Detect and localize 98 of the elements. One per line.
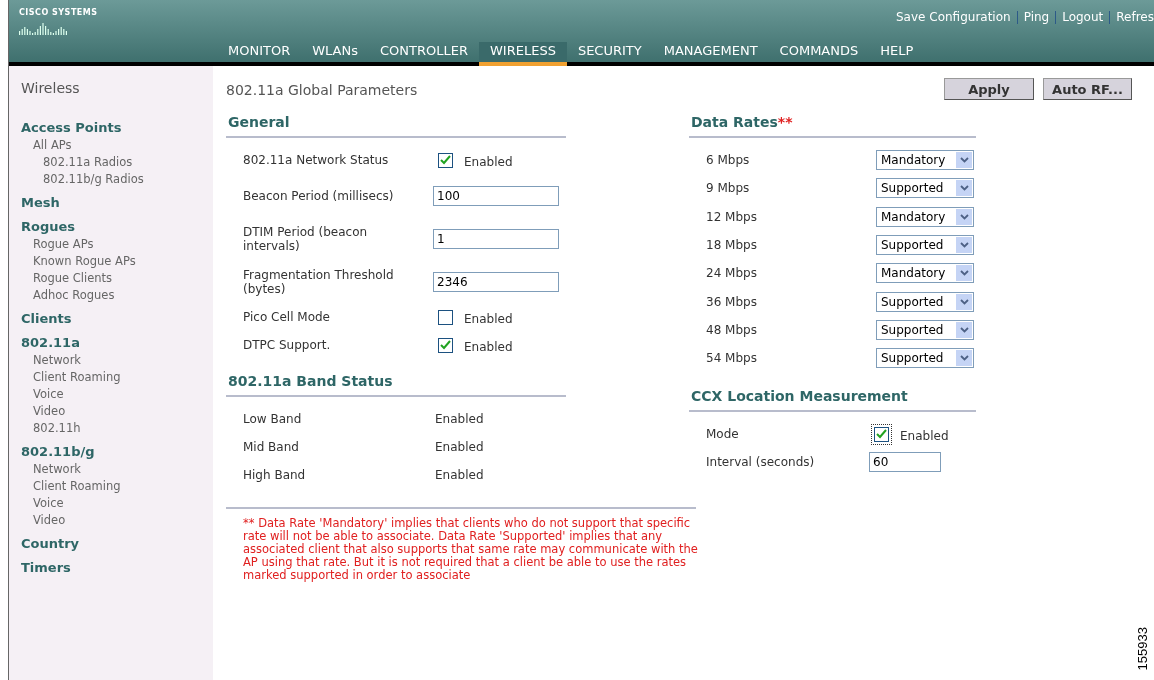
- rate-label: 12 Mbps: [706, 209, 758, 224]
- chevron-down-icon: [956, 293, 972, 310]
- sidebar-link[interactable]: Network: [21, 461, 213, 478]
- section-title: Data Rates**: [689, 114, 976, 138]
- sidebar-section[interactable]: Access Points: [21, 119, 213, 137]
- sidebar-link[interactable]: Client Roaming: [21, 369, 213, 386]
- checkmark-icon: [440, 340, 451, 350]
- status-value: Enabled: [435, 468, 484, 482]
- sidebar-title: Wireless: [21, 80, 81, 96]
- field-label: Interval (seconds): [706, 455, 816, 470]
- sidebar-link[interactable]: 802.11a Radios: [21, 154, 213, 171]
- rate-label: 48 Mbps: [706, 322, 758, 337]
- chevron-down-icon: [956, 152, 972, 169]
- section-title: CCX Location Measurement: [689, 388, 976, 413]
- field-label: Low Band: [243, 412, 303, 426]
- menu-tab[interactable]: WIRELESS: [479, 42, 567, 66]
- sidebar-link[interactable]: Video: [21, 512, 213, 529]
- field-label: Mode: [706, 427, 740, 442]
- page-title: 802.11a Global Parameters: [226, 82, 418, 98]
- field-label: 802.11a Network Status: [243, 153, 390, 167]
- chevron-down-icon: [956, 265, 972, 282]
- rate-label: 6 Mbps: [706, 153, 751, 168]
- rate-label: 54 Mbps: [706, 351, 758, 366]
- sidebar-link[interactable]: Client Roaming: [21, 478, 213, 495]
- brand-logo: CISCO SYSTEMS: [19, 8, 99, 17]
- input-field[interactable]: 2346: [433, 271, 559, 292]
- checkmark-icon: [876, 429, 887, 440]
- checkbox-label: Enabled: [900, 428, 949, 443]
- menu-tab[interactable]: COMMANDS: [768, 42, 870, 66]
- menu-tab[interactable]: CONTROLLER: [369, 42, 479, 66]
- sidebar-section[interactable]: Rogues: [21, 218, 213, 236]
- chevron-down-icon: [956, 208, 972, 225]
- field-label: Beacon Period (millisecs): [243, 188, 395, 203]
- checkbox[interactable]: [871, 423, 892, 445]
- field-label: Fragmentation Threshold (bytes): [243, 267, 395, 296]
- menu-tab[interactable]: MANAGEMENT: [652, 42, 769, 66]
- menu-tab[interactable]: MONITOR: [217, 42, 302, 66]
- chevron-down-icon: [956, 350, 972, 367]
- chevron-down-icon: [956, 180, 972, 197]
- sidebar-section[interactable]: Timers: [21, 559, 213, 577]
- checkbox-label: Enabled: [464, 339, 513, 354]
- header-link[interactable]: Refres: [1109, 11, 1154, 24]
- sidebar-link[interactable]: Voice: [21, 386, 213, 403]
- chevron-down-icon: [956, 237, 972, 254]
- field-label: Pico Cell Mode: [243, 310, 331, 324]
- sidebar-section[interactable]: Country: [21, 535, 213, 553]
- status-value: Enabled: [435, 412, 484, 426]
- sidebar-link[interactable]: Adhoc Rogues: [21, 287, 213, 304]
- figure-number: 155933: [1135, 626, 1150, 670]
- menu-tab[interactable]: SECURITY: [566, 42, 653, 66]
- rate-select[interactable]: Mandatory: [876, 263, 974, 284]
- sidebar-link[interactable]: All APs: [21, 137, 213, 154]
- header-link[interactable]: Save Configuration: [890, 11, 1017, 24]
- rate-label: 18 Mbps: [706, 238, 758, 253]
- rate-label: 36 Mbps: [706, 294, 758, 309]
- footnote-text: ** Data Rate 'Mandatory' implies that clients who do not support that specific rate will not be able to associate. Data Rate 'Supported' implies that any associated client that also supports that same rate may communicate with the AP using that rate. But it is not required that a client be able to use the rates marked supported in order to associate: [243, 517, 698, 582]
- bridge-logo-icon: [19, 23, 69, 35]
- rate-select[interactable]: Supported: [876, 178, 974, 199]
- sidebar-link[interactable]: Video: [21, 403, 213, 420]
- checkbox-label: Enabled: [464, 311, 513, 326]
- input-field[interactable]: 1: [433, 228, 559, 249]
- input-field[interactable]: 100: [433, 185, 559, 206]
- rate-select[interactable]: Supported: [876, 348, 974, 369]
- sidebar-section[interactable]: 802.11a: [21, 334, 213, 352]
- auto-rf-button[interactable]: Auto RF...: [1043, 78, 1132, 100]
- chevron-down-icon: [956, 321, 972, 338]
- menu-tab[interactable]: HELP: [869, 42, 925, 66]
- sidebar-link[interactable]: Known Rogue APs: [21, 253, 213, 270]
- sidebar-link[interactable]: Network: [21, 352, 213, 369]
- section-title: General: [226, 114, 566, 138]
- sidebar-link[interactable]: Rogue APs: [21, 236, 213, 253]
- apply-button[interactable]: Apply: [944, 78, 1034, 100]
- checkbox-label: Enabled: [464, 154, 513, 169]
- rate-select[interactable]: Supported: [876, 319, 974, 340]
- menu-tab[interactable]: WLANs: [301, 42, 369, 66]
- status-value: Enabled: [435, 440, 484, 454]
- header-link[interactable]: Logout: [1055, 11, 1110, 24]
- checkmark-icon: [440, 155, 451, 165]
- field-label: DTIM Period (beacon intervals): [243, 224, 369, 253]
- field-label: High Band: [243, 468, 307, 482]
- header-link[interactable]: Ping: [1016, 11, 1056, 24]
- sidebar-section[interactable]: 802.11b/g: [21, 443, 213, 461]
- sidebar-link[interactable]: Rogue Clients: [21, 270, 213, 287]
- sidebar-link[interactable]: 802.11h: [21, 420, 213, 437]
- sidebar-link[interactable]: Voice: [21, 495, 213, 512]
- sidebar-link[interactable]: 802.11b/g Radios: [21, 171, 213, 188]
- rate-select[interactable]: Supported: [876, 235, 974, 256]
- rate-label: 24 Mbps: [706, 266, 758, 281]
- rate-select[interactable]: Supported: [876, 291, 974, 312]
- field-label: Mid Band: [243, 440, 300, 454]
- sidebar-section[interactable]: Mesh: [21, 194, 213, 212]
- rate-label: 9 Mbps: [706, 181, 751, 196]
- input-field[interactable]: 60: [869, 452, 941, 473]
- section-title: 802.11a Band Status: [226, 373, 566, 397]
- sidebar-section[interactable]: Clients: [21, 310, 213, 328]
- field-label: DTPC Support.: [243, 338, 332, 352]
- rate-select[interactable]: Mandatory: [876, 206, 974, 227]
- rate-select[interactable]: Mandatory: [876, 150, 974, 171]
